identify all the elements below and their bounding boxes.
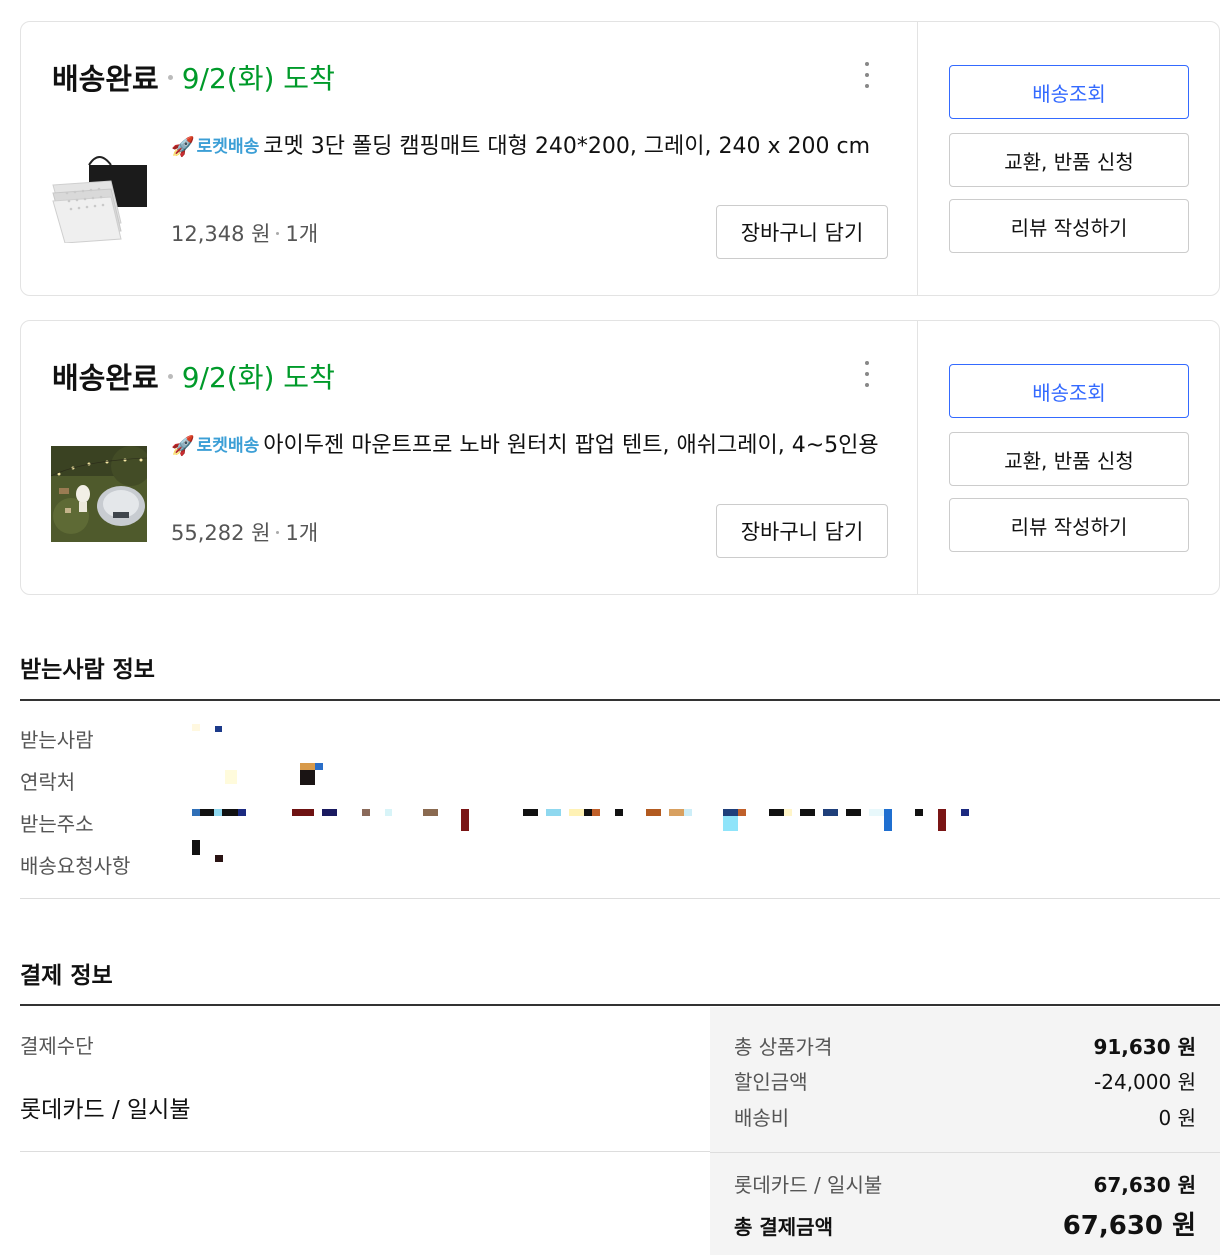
- total-product-price-value: 91,630 원: [1093, 1035, 1196, 1059]
- grand-total-row: 총 결제금액 67,630 원: [734, 1205, 1196, 1242]
- price-line: 55,282 원 1개: [171, 517, 318, 547]
- delivery-status-line: 배송완료 9/2(화) 도착: [52, 56, 335, 98]
- price-line: 12,348 원 1개: [171, 218, 318, 248]
- total-product-price-label: 총 상품가격: [734, 1035, 833, 1059]
- section-divider: [20, 699, 1220, 701]
- recipient-name-label: 받는사람: [20, 728, 94, 752]
- more-options-icon[interactable]: [863, 361, 871, 387]
- payment-method-label: 결제수단: [20, 1034, 94, 1058]
- rocket-icon: 🚀: [171, 435, 195, 457]
- delivery-status: 배송완료: [52, 62, 159, 96]
- order-card: 배송완료 9/2(화) 도착 🚀 로켓배송 아이두젠 마운트프로 노바 원터치 …: [20, 320, 1220, 595]
- order-card-main: 배송완료 9/2(화) 도착 🚀 로켓배송 아이두젠 마운트프로 노바 원터치 …: [21, 321, 918, 594]
- product-price: 55,282 원: [171, 521, 271, 545]
- section-divider: [20, 1004, 1220, 1006]
- product-quantity: 1개: [285, 521, 319, 545]
- rocket-delivery-badge: 🚀 로켓배송: [171, 129, 259, 166]
- product-thumbnail[interactable]: [51, 147, 147, 243]
- exchange-return-button[interactable]: 교환, 반품 신청: [949, 432, 1189, 486]
- delivery-request-label: 배송요청사항: [20, 854, 131, 878]
- rocket-delivery-badge: 🚀 로켓배송: [171, 428, 259, 465]
- arrival-date: 9/2(화) 도착: [181, 62, 335, 95]
- write-review-button[interactable]: 리뷰 작성하기: [949, 199, 1189, 253]
- shipping-fee-row: 배송비 0 원: [734, 1102, 1196, 1131]
- product-name-line[interactable]: 🚀 로켓배송 아이두젠 마운트프로 노바 원터치 팝업 텐트, 애쉬그레이, 4…: [171, 427, 891, 465]
- order-actions: 배송조회 교환, 반품 신청 리뷰 작성하기: [919, 321, 1219, 594]
- separator-dot: [167, 373, 173, 379]
- delivery-status-line: 배송완료 9/2(화) 도착: [52, 355, 335, 397]
- separator-dot: [276, 231, 280, 235]
- shipping-fee-label: 배송비: [734, 1106, 790, 1130]
- delivery-status: 배송완료: [52, 361, 159, 395]
- payment-section-title: 결제 정보: [20, 963, 113, 989]
- separator-dot: [167, 74, 173, 80]
- track-delivery-button[interactable]: 배송조회: [949, 65, 1189, 119]
- exchange-return-button[interactable]: 교환, 반품 신청: [949, 133, 1189, 187]
- grand-total-value: 67,630 원: [1062, 1211, 1196, 1241]
- product-name[interactable]: 코멧 3단 폴딩 캠핑매트 대형 240*200, 그레이, 240 x 200…: [263, 134, 870, 159]
- order-card-main: 배송완료 9/2(화) 도착 🚀 로켓배송 코멧 3단 폴딩 캠핑매트 대형 2…: [21, 22, 918, 295]
- grand-total-label: 총 결제금액: [734, 1215, 833, 1239]
- track-delivery-button[interactable]: 배송조회: [949, 364, 1189, 418]
- section-divider: [20, 898, 1220, 899]
- shipping-fee-value: 0 원: [1158, 1106, 1196, 1130]
- product-thumbnail[interactable]: [51, 446, 147, 542]
- write-review-button[interactable]: 리뷰 작성하기: [949, 498, 1189, 552]
- more-options-icon[interactable]: [863, 62, 871, 88]
- add-to-cart-button[interactable]: 장바구니 담기: [716, 205, 888, 259]
- product-quantity: 1개: [285, 222, 319, 246]
- rocket-delivery-label: 로켓배송: [196, 436, 260, 456]
- recipient-phone-label: 연락처: [20, 770, 76, 794]
- total-product-price-row: 총 상품가격 91,630 원: [734, 1031, 1196, 1060]
- product-price: 12,348 원: [171, 222, 271, 246]
- order-actions: 배송조회 교환, 반품 신청 리뷰 작성하기: [919, 22, 1219, 295]
- rocket-icon: 🚀: [171, 136, 195, 158]
- card-payment-row: 롯데카드 / 일시불 67,630 원: [734, 1169, 1196, 1198]
- summary-divider: [710, 1152, 1220, 1153]
- order-card: 배송완료 9/2(화) 도착 🚀 로켓배송 코멧 3단 폴딩 캠핑매트 대형 2…: [20, 21, 1220, 296]
- payment-summary-box: 총 상품가격 91,630 원 할인금액 -24,000 원 배송비 0 원 롯…: [710, 1007, 1220, 1255]
- arrival-date: 9/2(화) 도착: [181, 361, 335, 394]
- separator-dot: [276, 530, 280, 534]
- recipient-section-title: 받는사람 정보: [20, 657, 155, 683]
- recipient-address-label: 받는주소: [20, 812, 94, 836]
- product-name[interactable]: 아이두젠 마운트프로 노바 원터치 팝업 텐트, 애쉬그레이, 4~5인용: [263, 433, 878, 458]
- add-to-cart-button[interactable]: 장바구니 담기: [716, 504, 888, 558]
- payment-method-value: 롯데카드 / 일시불: [20, 1097, 191, 1123]
- rocket-delivery-label: 로켓배송: [196, 137, 260, 157]
- discount-label: 할인금액: [734, 1070, 808, 1094]
- discount-value: -24,000 원: [1094, 1070, 1196, 1094]
- card-payment-label: 롯데카드 / 일시불: [734, 1173, 883, 1197]
- section-divider: [20, 1151, 710, 1152]
- product-name-line[interactable]: 🚀 로켓배송 코멧 3단 폴딩 캠핑매트 대형 240*200, 그레이, 24…: [171, 128, 891, 166]
- card-payment-value: 67,630 원: [1093, 1173, 1196, 1197]
- discount-row: 할인금액 -24,000 원: [734, 1066, 1196, 1095]
